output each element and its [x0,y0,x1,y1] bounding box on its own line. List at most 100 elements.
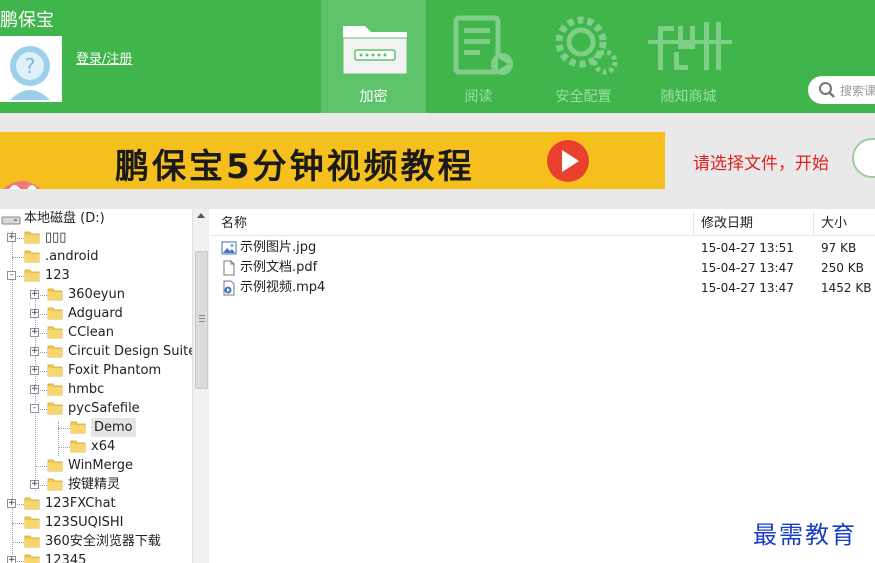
encrypt-folder-icon [342,26,408,75]
banner-strip: 鹏保宝5分钟视频教程 请选择文件，开始 [0,113,875,209]
banner-title: 鹏保宝5分钟视频教程 [115,147,475,187]
video-tutorial-banner[interactable]: 鹏保宝5分钟视频教程 [0,132,665,189]
tab-security-config[interactable]: 安全配置 [531,0,636,113]
tree-item-label: 123SUQISHI [45,515,124,530]
expand-icon[interactable]: + [7,233,16,242]
tree-item[interactable]: .android [0,247,192,266]
tree-scrollbar[interactable] [192,209,209,563]
tab-security-config-label: 安全配置 [555,89,612,105]
tree-item[interactable]: + CClean [0,323,192,342]
tree-item[interactable]: + Circuit Design Suite 1 [0,342,192,361]
app-title: 鹏保宝 [0,10,54,31]
tree-item-label: hmbc [68,382,105,397]
tab-store[interactable]: 随知商城 [636,0,741,113]
select-file-hint: 请选择文件，开始 [693,154,829,174]
expand-icon[interactable]: + [30,366,39,375]
document-file-icon [223,260,235,276]
umbrella-decoration-icon [3,181,41,189]
tree-item-label: .android [45,249,99,264]
tree-item[interactable]: + ▯▯▯ [0,228,192,247]
collapse-icon[interactable]: - [7,271,16,280]
tree-connector [12,257,24,258]
expand-icon[interactable]: + [30,385,39,394]
video-file-icon [223,280,235,296]
expand-icon[interactable]: + [30,347,39,356]
image-file-icon [221,241,237,255]
file-name: 示例视频.mp4 [240,280,326,295]
store-logo-icon [648,22,732,70]
expand-icon[interactable]: + [30,328,39,337]
user-avatar-icon: ? [0,36,62,102]
tree-item[interactable]: WinMerge [0,456,192,475]
gears-icon [555,16,618,75]
tree-item[interactable]: 360安全浏览器下载 [0,532,192,551]
file-list-header: 名称 修改日期 大小 [210,212,875,236]
tree-item-label: Adguard [68,306,123,321]
tree-item-label: Demo [91,418,136,437]
tree-item-label: pycSafefile [68,401,140,416]
start-button[interactable] [852,138,875,178]
expand-icon[interactable]: + [30,290,39,299]
tree-item[interactable]: x64 [0,437,192,456]
tab-read-label: 阅读 [464,89,493,105]
tree-item-label: 123FXChat [45,496,116,511]
tree-item-label: 360安全浏览器下载 [45,534,161,549]
tree-item[interactable]: + Adguard [0,304,192,323]
login-register-link[interactable]: 登录/注册 [76,48,132,67]
tree-item[interactable]: +123FXChat [0,494,192,513]
file-name: 示例文档.pdf [240,260,318,275]
tree-item[interactable]: - pycSafefile [0,399,192,418]
tree-item[interactable]: +12345 [0,551,192,563]
svg-text:?: ? [25,54,36,78]
column-divider[interactable] [693,212,694,236]
tree-item-label: Circuit Design Suite 1 [68,344,192,359]
file-row-image[interactable]: 示例图片.jpg 15-04-27 13:51 97 KB [210,238,875,258]
tree-item[interactable]: + 按键精灵 [0,475,192,494]
tab-encrypt[interactable]: 加密 [321,0,426,113]
expand-icon[interactable]: + [7,556,16,563]
tree-connector [12,523,24,524]
search-placeholder: 搜索课 [840,84,875,98]
column-header-size[interactable]: 大小 [821,212,847,236]
tree-item-label: 360eyun [68,287,125,302]
expand-icon[interactable]: + [30,309,39,318]
expand-icon[interactable]: + [7,499,16,508]
column-header-name[interactable]: 名称 [221,212,247,236]
tree-connector [58,428,70,429]
file-size: 1452 KB [821,281,872,295]
folder-tree[interactable]: 本地磁盘 (D:) + ▯▯▯ .android -123 +360eyun + Adgua… [0,209,192,563]
collapse-icon[interactable]: - [30,404,39,413]
avatar[interactable]: ? [0,36,62,102]
tree-item[interactable]: Demo [0,418,192,437]
tab-store-label: 随知商城 [660,89,717,105]
tree-item[interactable]: +360eyun [0,285,192,304]
column-header-date[interactable]: 修改日期 [701,212,753,236]
tree-item[interactable]: + Foxit Phantom [0,361,192,380]
folder-icon [24,553,40,563]
search-input[interactable]: 搜索课 [808,76,875,104]
expand-icon[interactable]: + [30,480,39,489]
file-date: 15-04-27 13:47 [701,281,794,295]
scroll-up-arrow-icon[interactable] [197,213,205,218]
tree-item[interactable]: + hmbc [0,380,192,399]
scrollbar-thumb[interactable] [195,251,208,389]
tree-item-label: WinMerge [68,458,133,473]
tab-read[interactable]: 阅读 [426,0,531,113]
file-size: 97 KB [821,241,857,255]
drive-icon [1,216,21,225]
tree-item-label: 123 [45,268,70,283]
play-icon [547,140,589,182]
column-divider[interactable] [813,212,814,236]
file-list: 名称 修改日期 大小 示例图片.jpg 15-04-27 13:51 97 KB… [210,209,875,563]
tree-item[interactable]: 123SUQISHI [0,513,192,532]
file-row-video[interactable]: 示例视频.mp4 15-04-27 13:47 1452 KB [210,278,875,298]
app-window: 鹏保宝 ? 登录/注册 加密 阅读 安全配置 随知商城 搜索课 鹏保宝5分钟视频… [0,0,875,563]
tree-item-drive[interactable]: 本地磁盘 (D:) [0,209,192,228]
tree-item-label: 本地磁盘 (D:) [24,211,105,226]
tree-item-label: 按键精灵 [68,477,121,492]
tree-item-label: Foxit Phantom [68,363,162,378]
tree-item-label: CClean [68,325,114,340]
file-row-document[interactable]: 示例文档.pdf 15-04-27 13:47 250 KB [210,258,875,278]
tree-item[interactable]: - 123 [0,266,192,285]
tree-connector [58,447,70,448]
